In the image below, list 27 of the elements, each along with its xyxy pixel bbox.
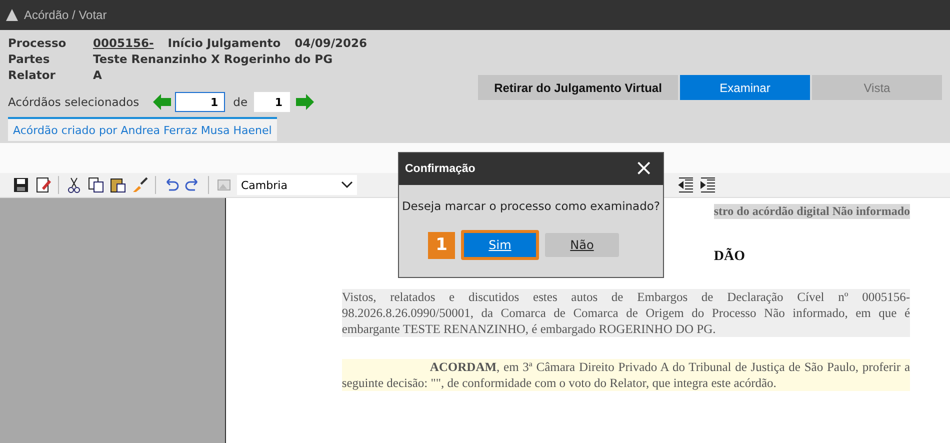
document-paragraph: ACORDAM, em 3ª Câmara Direito Privado A do Tribunal de Justiça de São Paulo, proferir a seguinte decisão: "", de conformidade com o voto do Relator, que integra este acórdão. [342, 359, 910, 391]
field-label: Relator [8, 68, 56, 82]
document-paragraph: Vistos, relatados e discutidos estes autos de Embargos de Declaração Cível nº 0005156-98.2026.8.26.0990/50001, da Comarca de Comarca de Origem do Processo Não informado, em que é embargante TESTE RENANZINHO, é embargado ROGERINHO DO PG. [342, 289, 910, 337]
window-title: Acórdão / Votar [24, 8, 107, 22]
step-badge: 1 [428, 232, 455, 258]
close-button[interactable]: × [634, 158, 653, 180]
of-label: de [233, 95, 248, 109]
field-value: Teste Renanzinho X Rogerinho do PG [93, 52, 333, 66]
process-link[interactable]: 0005156- [93, 36, 154, 50]
dialog-title: Confirmação [405, 163, 476, 175]
field-label: Partes [8, 52, 51, 66]
document-tab[interactable]: Acórdão criado por Andrea Ferraz Musa Haenel [8, 117, 277, 141]
dialog-button[interactable]: Sim [461, 230, 539, 260]
navigator-label: Acórdãos selecionados [8, 95, 140, 109]
field-value: 04/09/2026 [294, 36, 368, 50]
total-field[interactable]: 1 [254, 92, 290, 112]
field-label: Início Julgamento [168, 36, 281, 50]
field-value: A [93, 68, 102, 82]
action-button[interactable]: Retirar do Julgamento Virtual [478, 75, 678, 100]
current-field[interactable]: 1 [175, 92, 226, 112]
document-text: stro do acórdão digital Não informado [714, 204, 910, 219]
action-button[interactable]: Examinar [680, 75, 810, 100]
dialog-message: Deseja marcar o processo como examinado? [400, 199, 662, 213]
document-heading: DÃO [714, 249, 745, 265]
field-label: Processo [8, 36, 68, 50]
font-select[interactable]: Cambria [237, 175, 357, 195]
dialog-button[interactable]: Não [545, 233, 619, 257]
